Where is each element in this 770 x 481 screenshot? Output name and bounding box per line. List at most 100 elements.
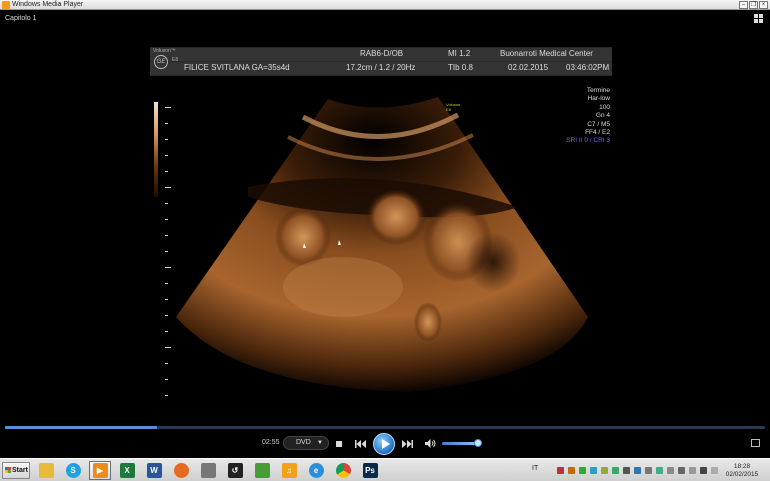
param-line: FF4 / E2 bbox=[585, 129, 610, 137]
taskbar-app-photoshop[interactable]: Ps bbox=[359, 461, 381, 480]
taskbar-app-internet-explorer[interactable]: e bbox=[305, 461, 327, 480]
video-area[interactable]: Capitolo 1 RAB6-D/OB MI 1.2 Buonarroti M… bbox=[0, 11, 770, 458]
center-name: Buonarroti Medical Center bbox=[500, 49, 593, 58]
depth-tick bbox=[165, 171, 168, 172]
mute-button[interactable] bbox=[424, 438, 436, 449]
depth-tick bbox=[165, 267, 171, 268]
headphones-icon: ♫ bbox=[281, 463, 297, 478]
tray-icon[interactable] bbox=[612, 467, 619, 474]
tray-icon[interactable] bbox=[700, 467, 707, 474]
speaker-icon bbox=[424, 439, 435, 448]
firefox-icon bbox=[173, 463, 189, 478]
printer-icon bbox=[200, 463, 216, 478]
exam-date: 02.02.2015 bbox=[508, 63, 549, 72]
stop-button[interactable] bbox=[333, 438, 345, 449]
depth-tick bbox=[165, 347, 171, 348]
next-icon bbox=[401, 439, 413, 448]
depth-tick bbox=[165, 315, 168, 316]
switch-layout-icon[interactable] bbox=[754, 14, 763, 23]
small-brand-logo: Voluson E8 bbox=[446, 102, 461, 112]
language-indicator[interactable]: IT bbox=[532, 465, 538, 472]
tray-icon[interactable] bbox=[568, 467, 575, 474]
minimize-button[interactable]: – bbox=[739, 1, 748, 9]
depth-tick bbox=[165, 235, 168, 236]
taskbar-app-music[interactable]: ♫ bbox=[278, 461, 300, 480]
depth-tick bbox=[165, 203, 168, 204]
depth-tick bbox=[165, 139, 168, 140]
title-bar: Windows Media Player – ❐ × bbox=[0, 0, 770, 10]
play-button[interactable] bbox=[373, 433, 395, 455]
clock-time: 18:28 bbox=[733, 463, 751, 470]
media-player-icon bbox=[2, 1, 10, 9]
brand-label: Voluson™ bbox=[153, 48, 176, 54]
clock[interactable]: 18:28 02/02/2015 bbox=[722, 463, 762, 479]
seek-bar[interactable] bbox=[5, 426, 765, 429]
taskbar-app-media-player[interactable]: ▶ bbox=[89, 461, 111, 480]
tray-icon[interactable] bbox=[667, 467, 674, 474]
depth-tick bbox=[165, 155, 168, 156]
param-line: Termine bbox=[586, 87, 610, 94]
mi-label: MI 1.2 bbox=[448, 49, 471, 58]
current-time: 02:55 bbox=[262, 439, 280, 446]
tray-icon[interactable] bbox=[590, 467, 597, 474]
taskbar-app-printer[interactable] bbox=[197, 461, 219, 480]
close-button[interactable]: × bbox=[759, 1, 768, 9]
restore-button[interactable]: ❐ bbox=[749, 1, 758, 9]
taskbar-app-notepad[interactable] bbox=[251, 461, 273, 480]
taskbar-app-excel[interactable]: X bbox=[116, 461, 138, 480]
taskbar-app-chrome[interactable] bbox=[332, 461, 354, 480]
clock-date: 02/02/2015 bbox=[725, 471, 759, 478]
tray-icon[interactable] bbox=[689, 467, 696, 474]
taskbar-app-skype[interactable]: S bbox=[62, 461, 84, 480]
volume-knob[interactable] bbox=[474, 439, 482, 447]
depth-tick bbox=[165, 299, 168, 300]
tray-icon[interactable] bbox=[601, 467, 608, 474]
tray-icon[interactable] bbox=[711, 467, 718, 474]
depth-tick bbox=[165, 107, 171, 108]
tray-icon[interactable] bbox=[579, 467, 586, 474]
tray-icon[interactable] bbox=[678, 467, 685, 474]
tray-icon[interactable] bbox=[645, 467, 652, 474]
depth-tick bbox=[165, 363, 168, 364]
depth-tick bbox=[165, 283, 168, 284]
probe-label: RAB6-D/OB bbox=[360, 49, 404, 58]
grayscale-bar bbox=[154, 102, 158, 197]
previous-button[interactable] bbox=[354, 438, 366, 449]
exam-time: 03:46:02PM bbox=[566, 63, 610, 72]
ultrasound-header: RAB6-D/OB MI 1.2 Buonarroti Medical Cent… bbox=[150, 47, 612, 76]
tray-icon[interactable] bbox=[557, 467, 564, 474]
start-button[interactable]: Start bbox=[2, 462, 30, 479]
ultrasound-scan bbox=[176, 97, 588, 392]
seek-progress bbox=[5, 426, 157, 429]
depth-tick bbox=[165, 331, 168, 332]
photoshop-icon: Ps bbox=[362, 463, 378, 478]
param-line: Gn 4 bbox=[595, 112, 610, 120]
media-player-icon: ▶ bbox=[92, 463, 108, 478]
chapter-label: Capitolo 1 bbox=[5, 15, 37, 22]
depth-tick bbox=[165, 251, 168, 252]
word-icon: W bbox=[146, 463, 162, 478]
ultrasound-frame: RAB6-D/OB MI 1.2 Buonarroti Medical Cent… bbox=[128, 47, 638, 437]
tray-icon[interactable] bbox=[623, 467, 630, 474]
chrome-icon bbox=[335, 463, 351, 478]
scan-parameters: Termine Har-low 100 Gn 4 C7 / M5 FF4 / E… bbox=[566, 87, 610, 146]
taskbar-app-explorer[interactable] bbox=[35, 461, 57, 480]
folder-icon bbox=[38, 463, 54, 478]
taskbar-app-backup[interactable]: ↺ bbox=[224, 461, 246, 480]
depth-scale bbox=[165, 107, 171, 397]
dvd-menu-button[interactable]: DVD ▼ bbox=[283, 436, 329, 450]
tray-icon[interactable] bbox=[634, 467, 641, 474]
chevron-down-icon: ▼ bbox=[317, 440, 323, 446]
taskbar-app-word[interactable]: W bbox=[143, 461, 165, 480]
switch-to-library-icon[interactable] bbox=[751, 439, 760, 447]
notepad-icon bbox=[254, 463, 270, 478]
tib-label: TIb 0.8 bbox=[448, 63, 473, 72]
taskbar-app-firefox[interactable] bbox=[170, 461, 192, 480]
stop-icon bbox=[336, 440, 342, 447]
dvd-label: DVD bbox=[296, 439, 311, 446]
next-button[interactable] bbox=[401, 438, 413, 449]
depth-tick bbox=[165, 395, 168, 396]
depth-tick bbox=[165, 219, 168, 220]
tray-icon[interactable] bbox=[656, 467, 663, 474]
ie-icon: e bbox=[308, 463, 324, 478]
